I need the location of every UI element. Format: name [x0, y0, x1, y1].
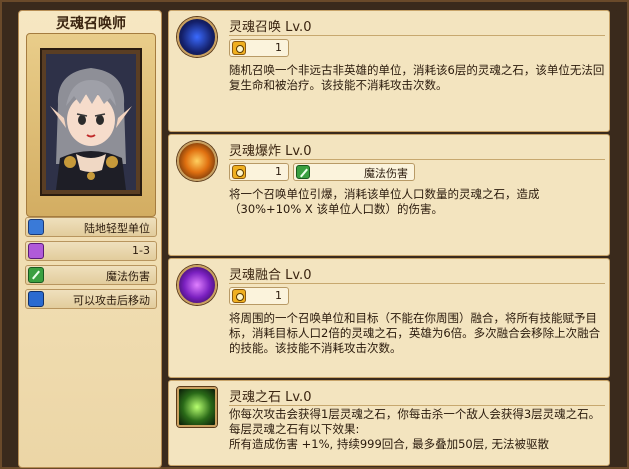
- soul-summon-icon: [177, 17, 217, 57]
- skill-description-line: 所有造成伤害 +1%, 持续999回合, 最多叠加50层, 无法被驱散: [229, 437, 550, 451]
- skill-card-soul-stone[interactable]: 灵魂之石 Lv.0 你每次攻击会获得1层灵魂之石，你每击杀一个敌人会获得3层灵魂…: [168, 380, 610, 466]
- cooldown-value: 1: [275, 165, 282, 178]
- soul-stone-icon: [177, 387, 217, 427]
- range-icon: [28, 243, 44, 259]
- skill-description: 随机召唤一个非远古非英雄的单位，消耗该6层的灵魂之石，该单位无法回复生命和被治疗…: [229, 63, 605, 92]
- clock-icon: [232, 41, 246, 55]
- unit-type-icon: [28, 219, 44, 235]
- skill-title: 灵魂爆炸 Lv.0: [229, 144, 312, 159]
- cooldown-value: 1: [275, 41, 282, 54]
- stat-move: 可以攻击后移动: [25, 289, 157, 309]
- skill-description: 你每次攻击会获得1层灵魂之石，你每击杀一个敌人会获得3层灵魂之石。每层灵魂之石有…: [229, 407, 607, 452]
- damage-type-value: 魔法伤害: [364, 167, 408, 180]
- skill-title: 灵魂融合 Lv.0: [229, 268, 312, 283]
- damage-type-pill: 魔法伤害: [293, 163, 415, 181]
- stat-range-text: 1-3: [132, 244, 150, 257]
- skill-description-line: 你每次攻击会获得1层灵魂之石，你每击杀一个敌人会获得3层灵魂之石。每层灵魂之石有…: [229, 407, 601, 436]
- cooldown-pill: 1: [229, 287, 289, 305]
- stat-unit-type-text: 陆地轻型单位: [84, 222, 150, 235]
- sword-icon: [296, 165, 310, 179]
- divider: [229, 159, 605, 160]
- skill-card-soul-explosion[interactable]: 灵魂爆炸 Lv.0 1 魔法伤害 将一个召唤单位引爆，消耗该单位人口数量的灵魂之…: [168, 134, 610, 256]
- skill-card-soul-fusion[interactable]: 灵魂融合 Lv.0 1 将周围的一个召唤单位和目标（不能在你周围）融合，将所有技…: [168, 258, 610, 378]
- stat-move-text: 可以攻击后移动: [73, 294, 150, 307]
- stat-damage-type-text: 魔法伤害: [106, 270, 150, 283]
- skill-card-soul-summon[interactable]: 灵魂召唤 Lv.0 1 随机召唤一个非远古非英雄的单位，消耗该6层的灵魂之石，该…: [168, 10, 610, 132]
- skill-title: 灵魂召唤 Lv.0: [229, 20, 312, 35]
- stat-damage-type: 魔法伤害: [25, 265, 157, 285]
- soul-explosion-icon: [177, 141, 217, 181]
- portrait-plate: [26, 33, 156, 217]
- skill-info-window: 灵魂召唤师 陆地轻型单位 1-3 魔法伤害 可以攻击后移动 灵魂召唤 Lv.0 …: [0, 0, 629, 469]
- cooldown-pill: 1: [229, 163, 289, 181]
- divider: [229, 283, 605, 284]
- skill-description: 将一个召唤单位引爆，消耗该单位人口数量的灵魂之石，造成（30%+10% X 该单…: [229, 187, 540, 216]
- stat-unit-type: 陆地轻型单位: [25, 217, 157, 237]
- clock-icon: [232, 289, 246, 303]
- clock-icon: [232, 165, 246, 179]
- cooldown-value: 1: [275, 289, 282, 302]
- stat-range: 1-3: [25, 241, 157, 261]
- damage-type-icon: [28, 267, 44, 283]
- soul-fusion-icon: [177, 265, 217, 305]
- hero-panel: 灵魂召唤师 陆地轻型单位 1-3 魔法伤害 可以攻击后移动: [18, 10, 162, 468]
- hero-name: 灵魂召唤师: [56, 16, 126, 32]
- divider: [229, 405, 605, 406]
- scrollbar[interactable]: [614, 10, 622, 465]
- divider: [229, 35, 605, 36]
- cooldown-pill: 1: [229, 39, 289, 57]
- move-icon: [28, 291, 44, 307]
- hero-portrait: [42, 50, 140, 194]
- skill-description: 将周围的一个召唤单位和目标（不能在你周围）融合，将所有技能赋予目标，消耗目标人口…: [229, 311, 601, 355]
- skill-title: 灵魂之石 Lv.0: [229, 390, 312, 405]
